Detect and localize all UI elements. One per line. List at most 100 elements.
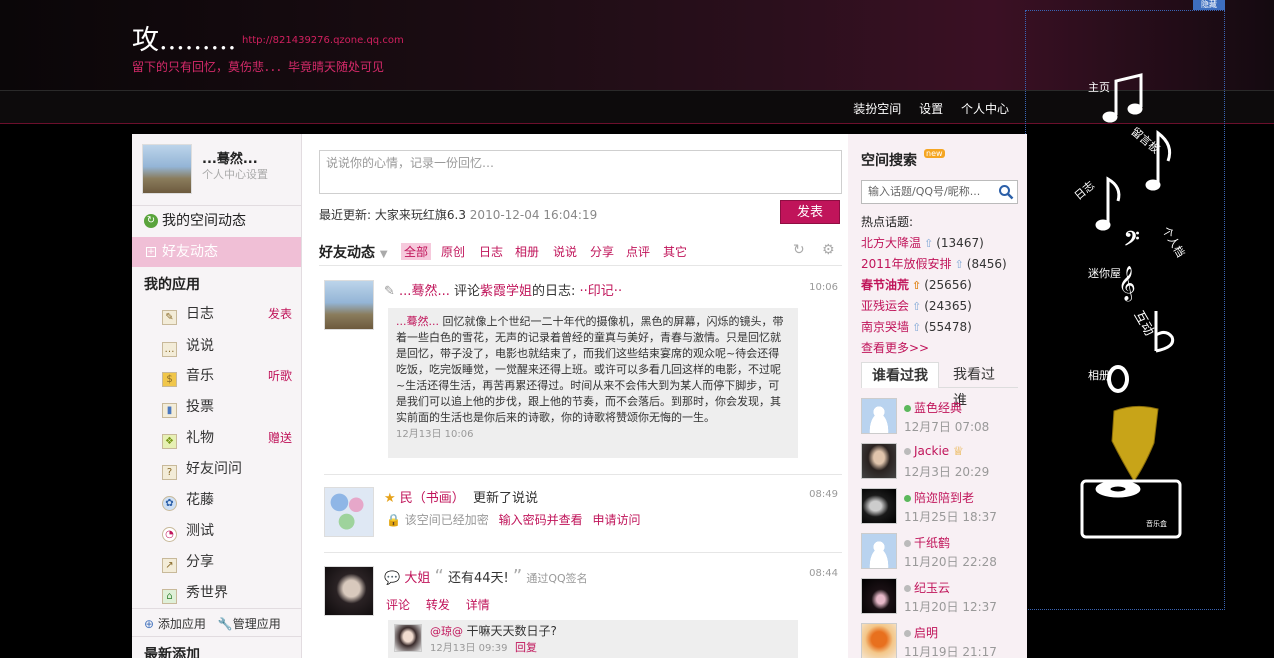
interact-note-link[interactable]: 互动 [1131, 309, 1175, 353]
feed-diary-title[interactable]: ··印记·· [580, 284, 623, 299]
guestbook-note-link[interactable]: 留言板 [1128, 124, 1172, 191]
hot-topic[interactable]: 2011年放假安排 ⇧ (8456) [861, 255, 1007, 272]
mini-house-note-link[interactable]: 迷你屋 𝄞 [1088, 266, 1136, 302]
refresh-icon[interactable]: ↻ [793, 242, 805, 258]
details-link[interactable]: 详情 [466, 598, 490, 612]
tab-album[interactable]: 相册 [515, 243, 539, 260]
feed-avatar[interactable] [324, 566, 374, 616]
hot-topic[interactable]: 亚残运会 ⇧ (24365) [861, 297, 972, 314]
feed-time: 08:49 [809, 489, 838, 500]
publish-button[interactable]: 发表 [780, 200, 840, 224]
speech-icon: 💬 [384, 571, 401, 586]
nav-friends-feed[interactable]: + 好友动态 [132, 237, 301, 267]
visitor-avatar[interactable] [861, 578, 897, 614]
app-shuoshuo[interactable]: … 说说 [162, 333, 300, 359]
visitor-item[interactable]: 陪迩陪到老 11月25日 18:37 [861, 488, 1021, 528]
hot-topic[interactable]: 春节油荒 ⇧ (25656) [861, 276, 972, 293]
visitor-name[interactable]: 蓝色经典 [914, 401, 962, 415]
profile-note-link[interactable]: 𝄢 个人档 [1124, 224, 1188, 260]
reply-user[interactable]: @琼@ [430, 625, 463, 638]
tab-who-i-visited[interactable]: 我看过谁 [943, 362, 1018, 409]
visitor-name[interactable]: 启明 [914, 626, 938, 640]
app-share[interactable]: ↗ 分享 [162, 549, 300, 575]
app-test[interactable]: ◔ 测试 [162, 518, 300, 544]
feed-user[interactable]: ...蓦然... [399, 284, 450, 299]
feed-target[interactable]: 紫霞学姐 [480, 284, 532, 299]
visitor-avatar[interactable] [861, 443, 897, 479]
comment-link[interactable]: 评论 [386, 598, 410, 612]
app-friend-ask[interactable]: ? 好友问问 [162, 456, 300, 482]
reply-avatar[interactable] [394, 624, 422, 652]
forward-link[interactable]: 转发 [426, 598, 450, 612]
space-search-input[interactable]: 输入话题/QQ号/昵称... [861, 180, 1018, 204]
last-update-label: 最近更新: [319, 208, 372, 222]
visitor-item[interactable]: 纪玉云 11月20日 12:37 [861, 578, 1021, 618]
mood-input[interactable]: 说说你的心情，记录一份回忆… [319, 150, 842, 194]
visitor-avatar[interactable] [861, 623, 897, 658]
visitor-item[interactable]: 启明 11月19日 21:17 [861, 623, 1021, 658]
app-diary-publish-link[interactable]: 发表 [268, 301, 292, 327]
tab-review[interactable]: 点评 [626, 243, 650, 260]
add-app-link[interactable]: ⊕ 添加应用 [144, 617, 206, 631]
app-music-listen-link[interactable]: 听歌 [268, 363, 292, 389]
app-music[interactable]: $ 音乐 听歌 [162, 363, 300, 389]
visitor-name[interactable]: 纪玉云 [914, 581, 950, 595]
feed-user[interactable]: 大姐 [404, 571, 430, 586]
request-access-link[interactable]: 申请访问 [592, 513, 640, 527]
feed-user[interactable]: 民（书画） [400, 491, 465, 506]
tab-who-visited-me[interactable]: 谁看过我 [861, 362, 939, 388]
reply-button[interactable]: 回复 [515, 641, 537, 654]
feed-avatar[interactable] [324, 280, 374, 330]
search-icon[interactable] [998, 184, 1014, 200]
visitor-time: 11月20日 12:37 [904, 600, 997, 614]
tab-all[interactable]: 全部 [401, 243, 432, 260]
home-note-link[interactable]: 主页 [1088, 73, 1143, 123]
music-box-gramophone[interactable]: 音乐盒 [1080, 405, 1182, 539]
diary-note-link[interactable]: 日志 [1072, 176, 1121, 231]
nav-personal-center-link[interactable]: 个人中心 [961, 102, 1009, 116]
tab-original[interactable]: 原创 [441, 243, 465, 260]
visitor-avatar[interactable] [861, 533, 897, 569]
nav-dress-up-link[interactable]: 装扮空间 [853, 102, 901, 116]
right-sidebar: 空间搜索 new 输入话题/QQ号/昵称... 热点话题: 北方大降温 ⇧ (134… [848, 134, 1027, 658]
app-flower-vine[interactable]: ✿ 花藤 [162, 487, 300, 513]
visitor-avatar[interactable] [861, 488, 897, 524]
space-url-link[interactable]: http://821439276.qzone.qq.com [242, 35, 404, 46]
visitor-name[interactable]: Jackie [914, 444, 949, 458]
feed-avatar[interactable] [324, 487, 374, 537]
hot-topic[interactable]: 南京哭墙 ⇧ (55478) [861, 318, 972, 335]
manage-app-link[interactable]: 🔧管理应用 [218, 617, 281, 631]
user-name[interactable]: ...蓦然... [202, 148, 258, 167]
album-note-link[interactable]: 相册 [1088, 365, 1129, 393]
visitor-item[interactable]: Jackie ♕ 12月3日 20:29 [861, 443, 1021, 483]
tab-diary[interactable]: 日志 [479, 243, 503, 260]
last-update-text[interactable]: 大家来玩红旗6.3 [375, 208, 466, 222]
visitor-avatar[interactable] [861, 398, 897, 434]
add-app-label: 添加应用 [157, 617, 206, 631]
tab-shuoshuo[interactable]: 说说 [553, 243, 577, 260]
user-settings-link[interactable]: 个人中心设置 [202, 166, 268, 182]
tab-other[interactable]: 其它 [663, 243, 687, 260]
app-vote[interactable]: ▮ 投票 [162, 394, 300, 420]
online-status-icon [904, 495, 911, 502]
app-gift[interactable]: ❖ 礼物 赠送 [162, 425, 300, 451]
nav-settings-link[interactable]: 设置 [919, 102, 943, 116]
visitor-item[interactable]: 千纸鹤 11月20日 22:28 [861, 533, 1021, 573]
quote-user[interactable]: ...蓦然... [396, 315, 439, 328]
gear-icon[interactable]: ⚙ [822, 242, 835, 258]
tab-share[interactable]: 分享 [590, 243, 614, 260]
hot-topic-label: 春节油荒 [861, 278, 910, 292]
app-gift-send-link[interactable]: 赠送 [268, 425, 292, 451]
enter-password-link[interactable]: 输入密码并查看 [499, 513, 583, 527]
hot-topic[interactable]: 北方大降温 ⇧ (13467) [861, 234, 984, 251]
visitor-item[interactable]: 蓝色经典 12月7日 07:08 [861, 398, 1021, 438]
visitor-name[interactable]: 陪迩陪到老 [914, 491, 974, 505]
user-avatar[interactable] [142, 144, 192, 194]
visitor-name[interactable]: 千纸鹤 [914, 536, 950, 550]
feed-title[interactable]: 好友动态 ▼ [319, 242, 388, 262]
app-diary[interactable]: ✎ 日志 发表 [162, 301, 300, 327]
app-show-world[interactable]: ⌂ 秀世界 [162, 580, 300, 606]
hide-widget-button[interactable]: 隐藏 [1193, 0, 1225, 10]
nav-my-space-feed[interactable]: ↻ 我的空间动态 [132, 206, 301, 236]
see-more-link[interactable]: 查看更多>> [861, 339, 929, 356]
